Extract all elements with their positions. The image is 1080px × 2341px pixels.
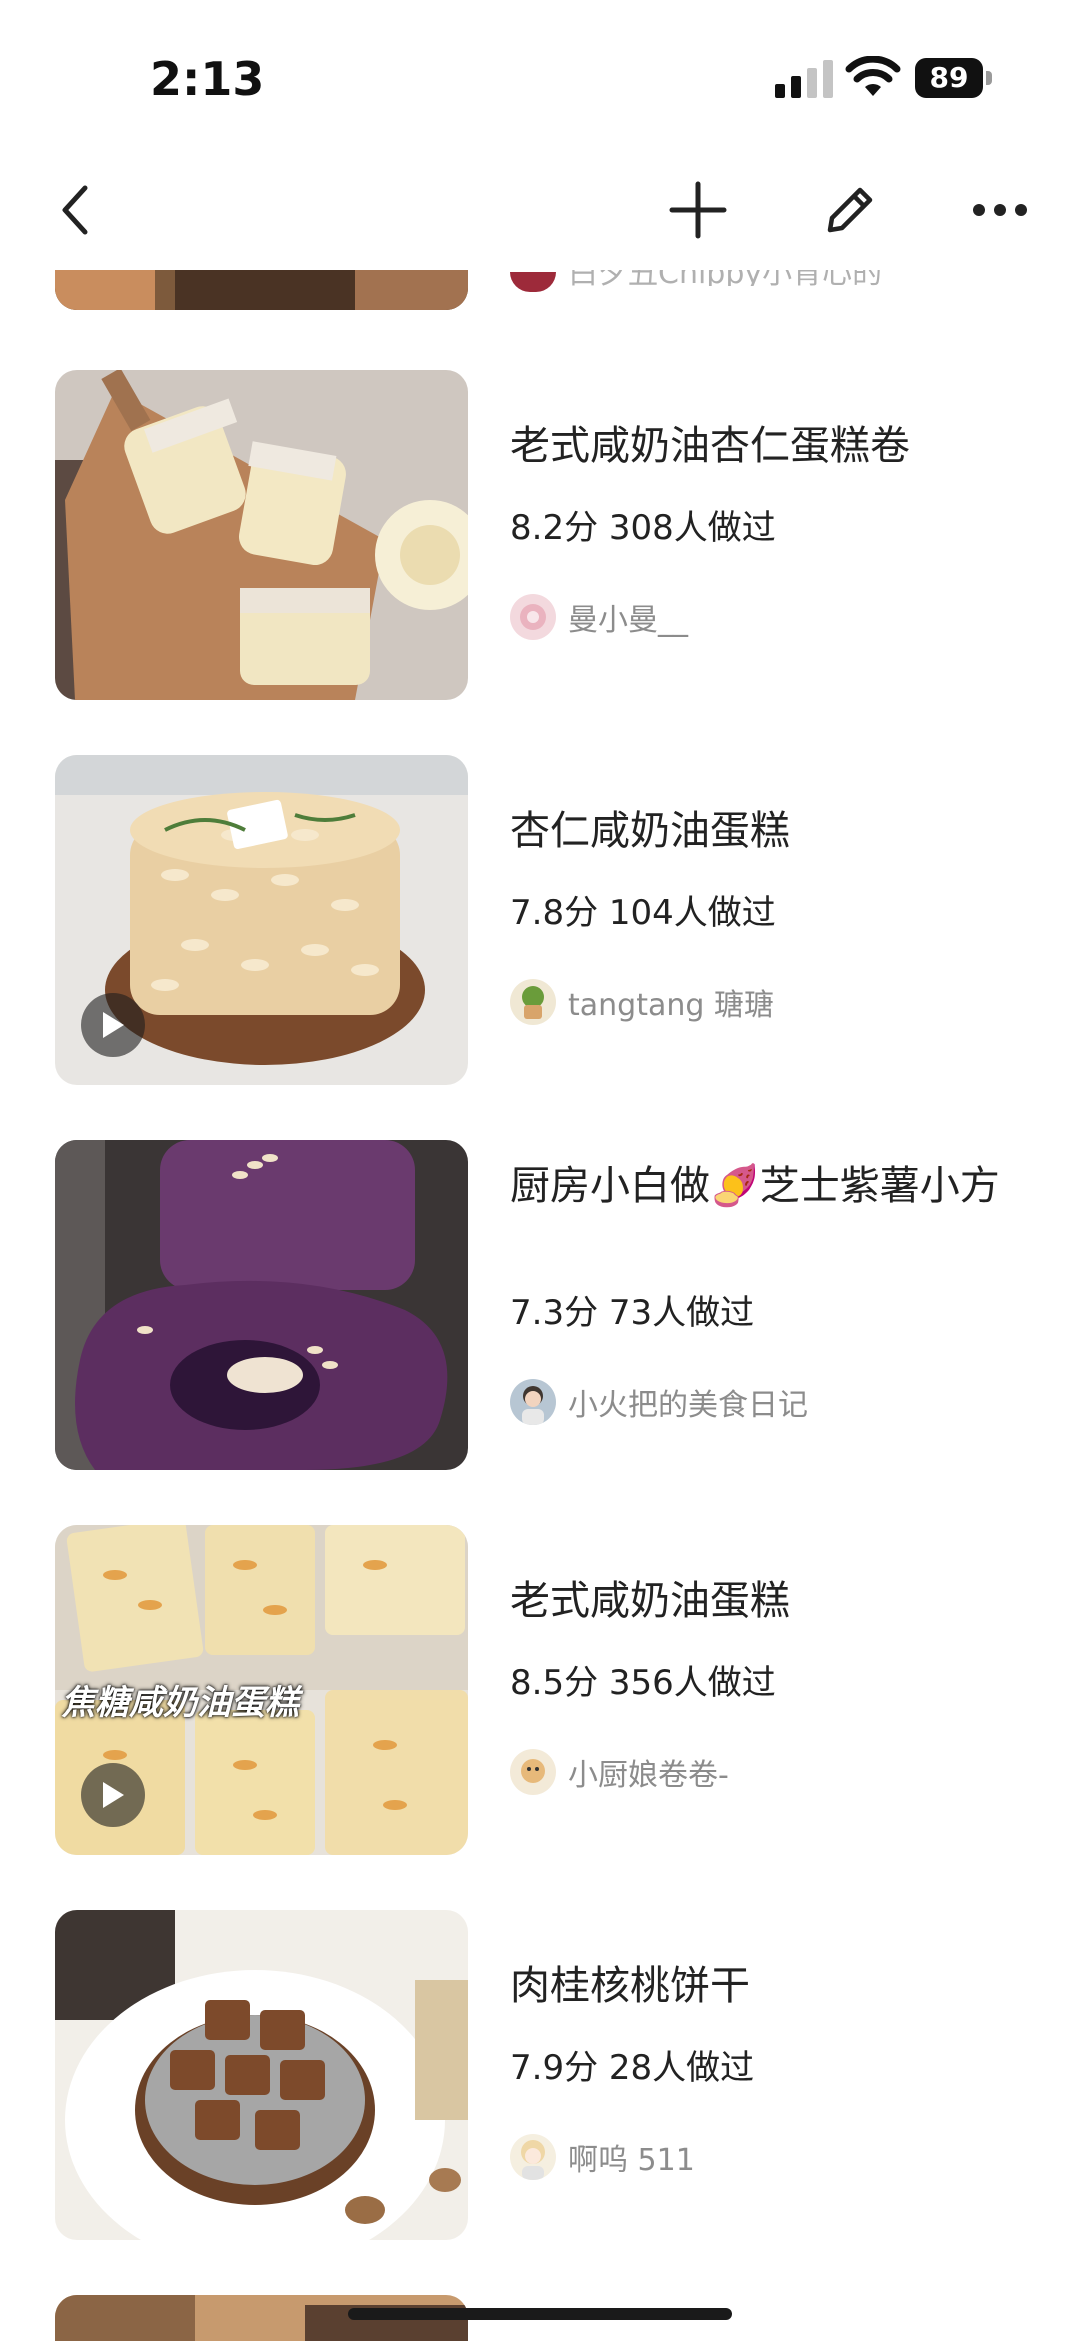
status-time: 2:13 [150, 52, 265, 106]
author-name: 小厨娘卷卷- [568, 1758, 729, 1793]
status-bar: 2:13 89 [0, 0, 1080, 150]
list-item[interactable]: 焦糖咸奶油蛋糕 老式咸奶油蛋糕 8.5分 356人做过 小厨娘卷卷- [0, 1525, 1080, 1855]
recipe-thumbnail[interactable] [55, 1910, 468, 2240]
list-item[interactable]: 肉桂核桃饼干 7.9分 28人做过 啊呜 511 [0, 1910, 1080, 2240]
play-icon [103, 1782, 124, 1808]
recipe-stats: 8.5分 356人做过 [510, 1663, 776, 1703]
recipe-stats: 7.9分 28人做过 [510, 2048, 755, 2088]
recipe-author[interactable]: 啊呜 511 [510, 2132, 695, 2182]
recipe-title[interactable]: 厨房小白做🍠芝士紫薯小方 [510, 1160, 1030, 1213]
list-item[interactable]: 杏仁咸奶油蛋糕 7.8分 104人做过 tangtang 瑭瑭 [0, 755, 1080, 1085]
video-play-button[interactable] [81, 993, 145, 1057]
avatar [510, 979, 556, 1025]
plus-icon [669, 181, 727, 239]
author-name: 小火把的美食日记 [568, 1388, 808, 1423]
recipe-title[interactable]: 老式咸奶油杏仁蛋糕卷 [510, 420, 1030, 473]
recipe-stats: 7.8分 104人做过 [510, 893, 776, 933]
recipe-author[interactable]: 小火把的美食日记 [510, 1377, 808, 1427]
recipe-thumbnail[interactable]: 焦糖咸奶油蛋糕 [55, 1525, 468, 1855]
back-button[interactable] [40, 175, 110, 245]
chevron-left-icon [62, 185, 88, 235]
author-name: 曼小曼__ [568, 603, 688, 638]
recipe-list: 白夕丑Chippy小背心的猫 老式咸奶油杏仁蛋糕卷 8.2分 308人做过 [0, 270, 1080, 2341]
more-button[interactable] [965, 175, 1035, 245]
video-play-button[interactable] [81, 1763, 145, 1827]
add-button[interactable] [663, 175, 733, 245]
recipe-author[interactable]: tangtang 瑭瑭 [510, 977, 774, 1027]
recipe-title[interactable]: 杏仁咸奶油蛋糕 [510, 805, 1030, 858]
home-indicator[interactable] [348, 2308, 732, 2320]
author-name: 啊呜 511 [568, 2143, 695, 2178]
recipe-title[interactable]: 老式咸奶油蛋糕 [510, 1575, 1030, 1628]
avatar [510, 1379, 556, 1425]
edit-button[interactable] [815, 175, 885, 245]
cellular-signal-icon [775, 60, 833, 98]
avatar [510, 1749, 556, 1795]
recipe-stats: 8.2分 308人做过 [510, 508, 776, 548]
list-item[interactable]: 厨房小白做🍠芝士紫薯小方 7.3分 73人做过 小火把的美食日记 [0, 1140, 1080, 1470]
recipe-author[interactable]: 小厨娘卷卷- [510, 1747, 729, 1797]
recipe-author[interactable]: 曼小曼__ [510, 592, 688, 642]
list-item[interactable]: 老式咸奶油杏仁蛋糕卷 8.2分 308人做过 曼小曼__ [0, 370, 1080, 700]
recipe-thumbnail[interactable] [55, 755, 468, 1085]
recipe-stats: 7.3分 73人做过 [510, 1293, 755, 1333]
battery-icon: 89 [915, 58, 993, 98]
list-item-partial[interactable]: 白夕丑Chippy小背心的猫 [0, 270, 1080, 320]
thumbnail-overlay-text: 焦糖咸奶油蛋糕 [61, 1683, 299, 1723]
battery-level: 89 [915, 58, 983, 98]
avatar [510, 594, 556, 640]
play-icon [103, 1012, 124, 1038]
recipe-thumbnail[interactable] [55, 370, 468, 700]
pencil-icon [827, 187, 873, 233]
nav-bar [0, 150, 1080, 270]
avatar [510, 2134, 556, 2180]
wifi-icon [845, 56, 901, 96]
recipe-thumbnail[interactable] [55, 1140, 468, 1470]
recipe-title[interactable]: 肉桂核桃饼干 [510, 1960, 1030, 2013]
more-horizontal-icon [973, 204, 1027, 216]
author-name: tangtang 瑭瑭 [568, 988, 774, 1023]
